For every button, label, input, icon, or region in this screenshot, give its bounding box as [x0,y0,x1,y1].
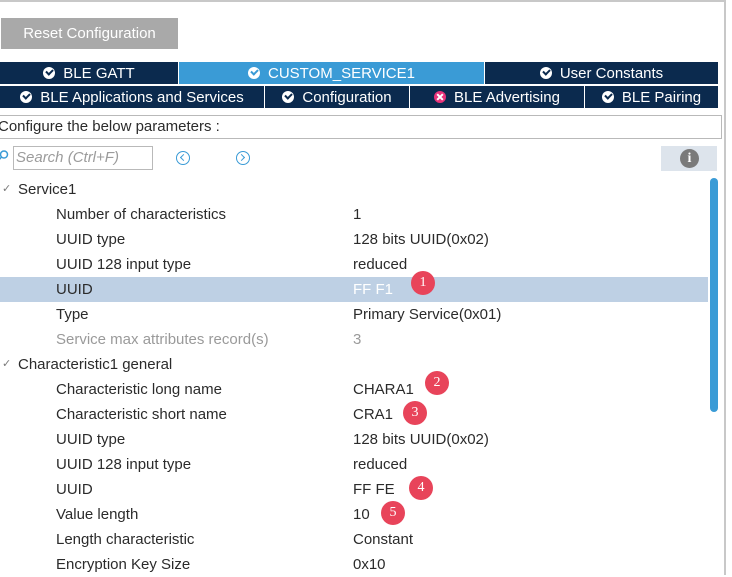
param-row[interactable]: UUID 128 input type reduced [0,452,708,477]
row-name: UUID type [56,231,126,248]
row-value: 128 bits UUID(0x02) [353,231,489,248]
row-name: UUID [56,281,93,298]
param-row[interactable]: UUID type 128 bits UUID(0x02) [0,427,708,452]
annotation-badge-5: 5 [381,501,405,525]
group-row-service1[interactable]: ✓ Service1 [0,177,708,202]
reset-configuration-button[interactable]: Reset Configuration [1,18,178,49]
annotation-badge-3: 3 [403,401,427,425]
chevron-down-icon: ✓ [2,358,12,370]
row-value: CRA1 [353,406,394,423]
row-value: 10 [353,506,370,523]
row-value: CHARA1 [353,381,414,398]
row-name: UUID 128 input type [56,256,192,273]
row-value[interactable]: FF F1 [353,277,393,302]
tab-ble-applications-and-services[interactable]: BLE Applications and Services [0,86,265,108]
tab-user-constants[interactable]: User Constants [485,62,719,84]
next-result-icon[interactable] [236,151,250,165]
annotation-badge-4: 4 [409,476,433,500]
row-value: 0x10 [353,556,386,573]
info-icon: i [680,149,699,168]
previous-result-icon[interactable] [176,151,190,165]
row-name: Length characteristic [56,531,195,548]
tab-ble-gatt[interactable]: BLE GATT [0,62,179,84]
row-name: Value length [56,506,139,523]
check-circle-icon [20,91,33,103]
param-row[interactable]: Number of characteristics 1 [0,202,708,227]
row-name: UUID [56,481,93,498]
info-button[interactable]: i [661,146,717,171]
tab-label: Configuration [302,88,392,106]
param-row[interactable]: Encryption Key Size 0x10 [0,552,708,577]
window-right-border [724,0,726,575]
param-row[interactable]: Type Primary Service(0x01) [0,302,708,327]
row-value: 3 [353,331,362,348]
row-name: Encryption Key Size [56,556,191,573]
tab-label: BLE Pairing [621,88,702,106]
row-value: reduced [353,456,408,473]
param-row[interactable]: UUID type 128 bits UUID(0x02) [0,227,708,252]
row-value: Constant [353,531,414,548]
tab-custom-service1[interactable]: CUSTOM_SERVICE1 [179,62,485,84]
row-name: Characteristic short name [56,406,227,423]
param-row-selected[interactable]: UUID FF F1 [0,277,708,302]
param-row-disabled: Service max attributes record(s) 3 [0,327,708,352]
tab-label: CUSTOM_SERVICE1 [268,64,415,82]
chevron-down-icon: ✓ [2,183,12,195]
row-name: Type [56,306,89,323]
tab-label: BLE GATT [63,64,135,82]
search-icon [0,150,9,160]
param-row[interactable]: Characteristic long name CHARA1 [0,377,708,402]
row-name: Service1 [18,181,77,198]
check-circle-icon [248,67,260,79]
tab-configuration[interactable]: Configuration [265,86,410,108]
tab-ble-pairing[interactable]: BLE Pairing [585,86,719,108]
row-name: UUID type [56,431,126,448]
check-circle-icon [43,67,56,79]
tab-label: BLE Applications and Services [40,88,244,106]
param-row[interactable]: Characteristic short name CRA1 [0,402,708,427]
param-row[interactable]: UUID FF FE [0,477,708,502]
row-value: Primary Service(0x01) [353,306,502,323]
window-top-border [0,0,724,2]
check-circle-icon [601,91,614,103]
param-row[interactable]: Value length 10 [0,502,708,527]
row-value: reduced [353,256,408,273]
param-row[interactable]: UUID 128 input type reduced [0,252,708,277]
configure-parameters-label: Configure the below parameters : [0,115,722,139]
annotation-badge-2: 2 [425,371,449,395]
row-name: UUID 128 input type [56,456,192,473]
search-input[interactable]: Search (Ctrl+F) [13,146,153,170]
row-value: 1 [353,206,362,223]
check-circle-icon [539,67,552,79]
check-circle-icon [282,91,295,103]
param-row[interactable]: Length characteristic Constant [0,527,708,552]
tab-label: User Constants [559,64,664,82]
scrollbar-thumb[interactable] [710,178,718,412]
row-value: 128 bits UUID(0x02) [353,431,489,448]
row-name: Number of characteristics [56,206,227,223]
error-circle-icon [434,91,447,103]
annotation-badge-1: 1 [411,271,435,295]
row-name: Service max attributes record(s) [56,331,269,348]
row-name: Characteristic1 general [18,356,173,373]
tab-ble-advertising[interactable]: BLE Advertising [410,86,585,108]
row-name: Characteristic long name [56,381,222,398]
group-row-characteristic1-general[interactable]: ✓ Characteristic1 general [0,352,708,377]
tab-label: BLE Advertising [454,88,560,106]
row-value: FF FE [353,481,395,498]
